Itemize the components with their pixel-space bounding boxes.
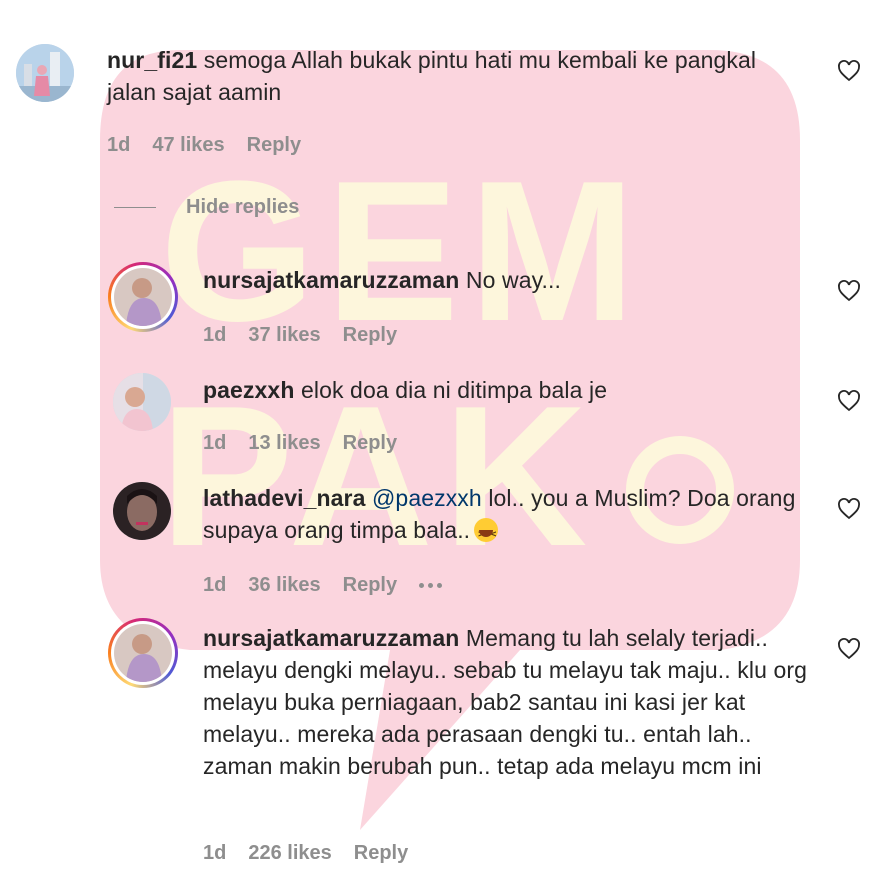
heart-icon[interactable] — [837, 59, 861, 83]
username[interactable]: nursajatkamaruzzaman — [203, 625, 459, 651]
profile-photo-icon — [113, 482, 171, 540]
comment-time[interactable]: 1d — [203, 432, 226, 455]
comment-time[interactable]: 1d — [203, 574, 226, 597]
avatar-story-ring[interactable] — [108, 618, 178, 688]
avatar-story-ring[interactable] — [108, 262, 178, 332]
hide-replies-label: Hide replies — [186, 196, 300, 218]
likes-count[interactable]: 47 likes — [152, 134, 224, 157]
profile-photo-icon — [113, 373, 171, 431]
avatar[interactable] — [113, 373, 171, 431]
username[interactable]: nur_fi21 — [107, 47, 197, 73]
username[interactable]: paezxxh — [203, 377, 294, 403]
comment-text: elok doa dia ni ditimpa bala je — [300, 377, 608, 403]
likes-count[interactable]: 36 likes — [248, 574, 320, 597]
profile-photo-icon — [114, 624, 172, 682]
hide-replies-line — [114, 207, 156, 208]
hide-replies-button[interactable]: Hide replies — [114, 196, 299, 219]
reply-button[interactable]: Reply — [354, 842, 408, 865]
grinning-squinting-face-icon — [474, 518, 499, 551]
username[interactable]: lathadevi_nara — [203, 485, 365, 511]
comment-time[interactable]: 1d — [107, 134, 130, 157]
likes-count[interactable]: 226 likes — [248, 842, 331, 865]
heart-icon[interactable] — [837, 389, 861, 413]
username[interactable]: nursajatkamaruzzaman — [203, 267, 459, 293]
mention-link[interactable]: @paezxxh — [372, 485, 482, 511]
heart-icon[interactable] — [837, 279, 861, 303]
reply-button[interactable]: Reply — [343, 432, 397, 455]
likes-count[interactable]: 13 likes — [248, 432, 320, 455]
profile-photo-icon — [16, 44, 74, 102]
avatar[interactable] — [113, 482, 171, 540]
more-options-icon[interactable] — [419, 583, 443, 588]
profile-photo-icon — [114, 268, 172, 326]
reply-button[interactable]: Reply — [343, 574, 397, 597]
comment-text: semoga Allah bukak pintu hati mu kembali… — [107, 47, 757, 105]
comment-time[interactable]: 1d — [203, 842, 226, 865]
avatar[interactable] — [16, 44, 74, 102]
likes-count[interactable]: 37 likes — [248, 324, 320, 347]
heart-icon[interactable] — [837, 637, 861, 661]
heart-icon[interactable] — [837, 497, 861, 521]
comment-text: No way... — [465, 267, 561, 293]
reply-button[interactable]: Reply — [343, 324, 397, 347]
comment-time[interactable]: 1d — [203, 324, 226, 347]
reply-button[interactable]: Reply — [247, 134, 301, 157]
